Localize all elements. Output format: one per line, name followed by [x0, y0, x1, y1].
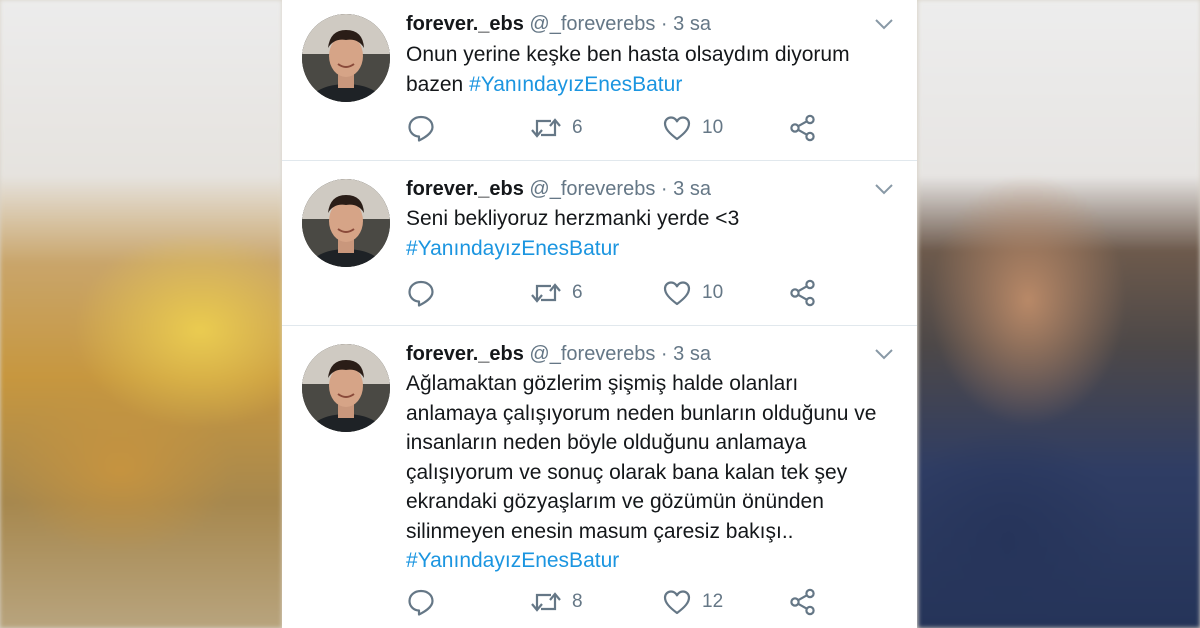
like-button[interactable]: 10 — [662, 278, 723, 308]
reply-button[interactable] — [406, 278, 436, 308]
chevron-down-icon[interactable] — [874, 182, 894, 196]
background-photo-right — [918, 0, 1200, 628]
tweet-body: Seni bekliyoruz herzmanki yerde <3 — [406, 207, 740, 230]
tweet: forever._ebs @_foreverebs · 3 sa Onun ye… — [282, 0, 917, 161]
display-name[interactable]: forever._ebs — [406, 178, 524, 200]
tweet-actions: 6 10 — [406, 113, 886, 143]
like-count: 12 — [702, 591, 724, 612]
tweet: forever._ebs @_foreverebs · 3 sa Ağlamak… — [282, 326, 917, 628]
share-icon — [790, 279, 815, 307]
retweet-count: 6 — [572, 117, 583, 138]
reply-button[interactable] — [406, 113, 436, 143]
tweet-body: Ağlamaktan gözlerim şişmiş halde olanlar… — [406, 372, 877, 543]
tweet-header: forever._ebs @_foreverebs · 3 sa — [406, 339, 711, 369]
heart-icon — [663, 590, 691, 615]
retweet-count: 8 — [572, 591, 583, 612]
retweet-button[interactable]: 6 — [530, 278, 583, 308]
separator: · — [660, 343, 668, 365]
share-icon — [790, 114, 815, 142]
hashtag-link[interactable]: #YanındayızEnesBatur — [406, 237, 619, 260]
like-button[interactable]: 10 — [662, 113, 723, 143]
hashtag-link[interactable]: #YanındayızEnesBatur — [469, 73, 682, 96]
retweet-count: 6 — [572, 282, 583, 303]
chevron-down-icon[interactable] — [874, 17, 894, 31]
timestamp[interactable]: 3 sa — [673, 13, 711, 35]
heart-icon — [663, 116, 691, 141]
display-name[interactable]: forever._ebs — [406, 13, 524, 35]
display-name[interactable]: forever._ebs — [406, 343, 524, 365]
avatar[interactable] — [302, 14, 390, 102]
reply-icon — [408, 280, 434, 307]
tweet-feed: forever._ebs @_foreverebs · 3 sa Onun ye… — [282, 0, 917, 628]
timestamp[interactable]: 3 sa — [673, 343, 711, 365]
separator: · — [660, 13, 668, 35]
hashtag-link[interactable]: #YanındayızEnesBatur — [406, 549, 619, 572]
reply-icon — [408, 589, 434, 616]
reply-button[interactable] — [406, 587, 436, 617]
separator: · — [660, 178, 668, 200]
share-icon — [790, 588, 815, 616]
retweet-button[interactable]: 8 — [530, 587, 583, 617]
heart-icon — [663, 281, 691, 306]
retweet-icon — [531, 283, 561, 303]
background-photo-left — [0, 0, 282, 628]
tweet-text: Ağlamaktan gözlerim şişmiş halde olanlar… — [406, 369, 891, 576]
reply-icon — [408, 115, 434, 142]
tweet-text: Seni bekliyoruz herzmanki yerde <3 #Yanı… — [406, 204, 896, 263]
retweet-icon — [531, 592, 561, 612]
timestamp[interactable]: 3 sa — [673, 178, 711, 200]
username[interactable]: @_foreverebs — [529, 13, 655, 35]
chevron-down-icon[interactable] — [874, 347, 894, 361]
tweet-actions: 8 12 — [406, 587, 886, 617]
like-count: 10 — [702, 117, 724, 138]
tweet-actions: 6 10 — [406, 278, 886, 308]
tweet: forever._ebs @_foreverebs · 3 sa Seni be… — [282, 161, 917, 326]
like-button[interactable]: 12 — [662, 587, 723, 617]
username[interactable]: @_foreverebs — [529, 343, 655, 365]
share-button[interactable] — [788, 278, 818, 308]
share-button[interactable] — [788, 587, 818, 617]
like-count: 10 — [702, 282, 724, 303]
avatar[interactable] — [302, 179, 390, 267]
share-button[interactable] — [788, 113, 818, 143]
username[interactable]: @_foreverebs — [529, 178, 655, 200]
tweet-header: forever._ebs @_foreverebs · 3 sa — [406, 174, 711, 204]
retweet-icon — [531, 118, 561, 138]
tweet-header: forever._ebs @_foreverebs · 3 sa — [406, 9, 711, 39]
tweet-text: Onun yerine keşke ben hasta olsaydım diy… — [406, 40, 896, 99]
avatar[interactable] — [302, 344, 390, 432]
retweet-button[interactable]: 6 — [530, 113, 583, 143]
